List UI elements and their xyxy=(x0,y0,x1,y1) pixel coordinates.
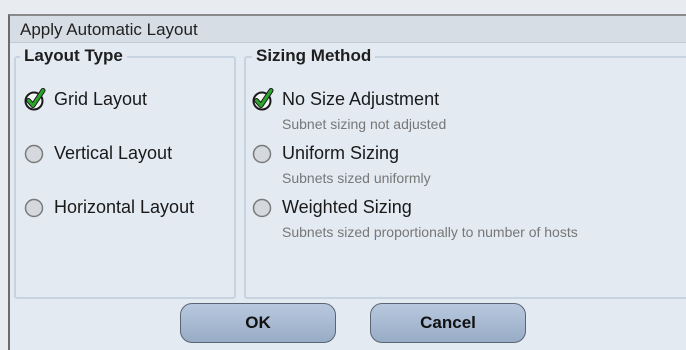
grid-layout-label: Grid Layout xyxy=(54,89,148,109)
apply-automatic-layout-dialog: Apply Automatic Layout Layout Type Grid … xyxy=(8,14,686,350)
green-checkmark-icon[interactable] xyxy=(252,88,274,111)
weighted-sizing-description: Subnets sized proportionally to number o… xyxy=(282,224,578,240)
cancel-button[interactable]: Cancel xyxy=(370,303,526,343)
radio-empty-icon[interactable] xyxy=(24,143,44,164)
uniform-sizing-description: Subnets sized uniformly xyxy=(282,170,431,186)
uniform-sizing-label: Uniform Sizing xyxy=(282,143,400,163)
sizing-method-group: Sizing Method No Size Adjustment Subnet … xyxy=(244,46,686,299)
dialog-title: Apply Automatic Layout xyxy=(20,20,198,39)
sizing-method-legend: Sizing Method xyxy=(252,46,376,66)
title-bar: Apply Automatic Layout xyxy=(10,16,686,43)
ok-button[interactable]: OK xyxy=(180,303,336,343)
radio-empty-icon[interactable] xyxy=(24,197,44,218)
weighted-sizing-label: Weighted Sizing xyxy=(282,197,412,217)
horizontal-layout-label: Horizontal Layout xyxy=(54,197,195,217)
vertical-layout-label: Vertical Layout xyxy=(54,143,173,163)
radio-empty-icon[interactable] xyxy=(252,143,272,164)
layout-type-legend: Layout Type xyxy=(20,46,127,66)
green-checkmark-icon[interactable] xyxy=(24,88,46,111)
radio-empty-icon[interactable] xyxy=(252,197,272,218)
no-size-adjustment-description: Subnet sizing not adjusted xyxy=(282,116,447,132)
no-size-adjustment-label: No Size Adjustment xyxy=(282,89,440,109)
layout-type-group: Layout Type Grid Layout Vertical Layout xyxy=(14,46,236,299)
